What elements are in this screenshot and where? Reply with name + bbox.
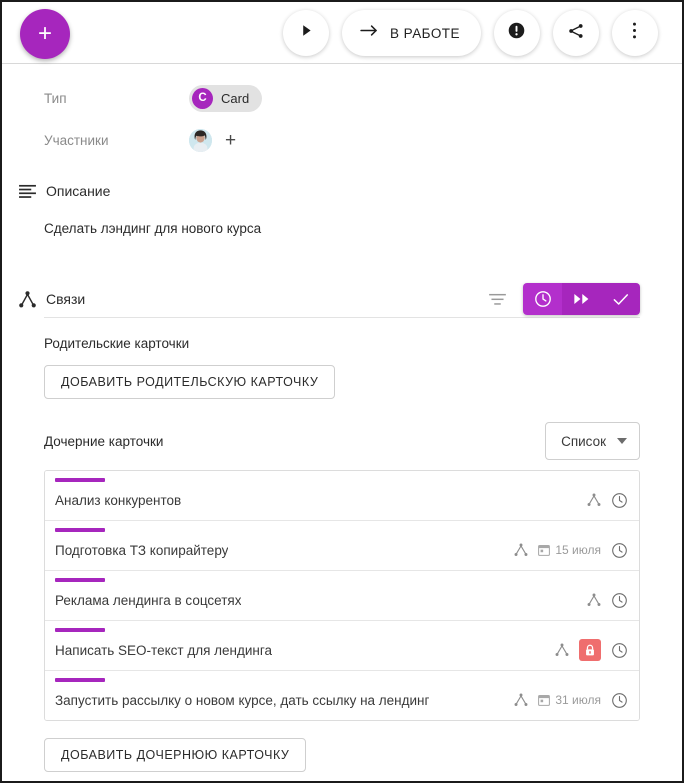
description-section-header: Описание xyxy=(2,183,682,199)
status-button[interactable]: В РАБОТЕ xyxy=(342,10,481,56)
child-card-due-date-label: 15 июля xyxy=(555,543,601,557)
child-card-color-bar xyxy=(55,528,105,532)
child-cards-header: Дочерние карточки Список xyxy=(2,422,682,460)
child-cards-view-value: Список xyxy=(561,433,606,449)
child-card-row[interactable]: Запустить рассылку о новом курсе, дать с… xyxy=(45,671,639,720)
links-divider xyxy=(44,317,640,318)
child-card-title: Запустить рассылку о новом курсе, дать с… xyxy=(55,692,430,708)
child-card-color-bar xyxy=(55,628,105,632)
share-icon xyxy=(567,22,585,45)
type-chip-initial: C xyxy=(192,87,213,109)
child-card-icons xyxy=(555,630,639,661)
add-parent-card-button[interactable]: ДОБАВИТЬ РОДИТЕЛЬСКУЮ КАРТОЧКУ xyxy=(44,365,336,399)
filter-clock-button[interactable] xyxy=(523,283,562,315)
clock-icon[interactable] xyxy=(611,692,628,709)
chevron-down-icon xyxy=(617,438,627,444)
child-card-color-bar xyxy=(55,478,105,482)
card-detail-screen: + В РАБОТЕ Тип C Card Участники + Описан… xyxy=(0,0,684,783)
share-button[interactable] xyxy=(552,10,599,56)
links-section-header: Связи xyxy=(2,281,682,317)
clock-icon[interactable] xyxy=(611,542,628,559)
description-title: Описание xyxy=(46,183,111,199)
arrow-right-icon xyxy=(360,23,379,43)
child-cards-view-select[interactable]: Список xyxy=(545,422,640,460)
child-card-title: Анализ конкурентов xyxy=(55,492,182,508)
play-button[interactable] xyxy=(283,10,329,56)
card-body: Тип C Card Участники + Описание Сделать … xyxy=(2,77,682,772)
child-card-icons: 31 июля xyxy=(514,683,639,709)
more-vertical-icon xyxy=(632,21,637,45)
child-card-row[interactable]: Написать SEO-текст для лендинга xyxy=(45,621,639,671)
clock-icon[interactable] xyxy=(611,642,628,659)
calendar-icon xyxy=(538,694,551,706)
more-options-button[interactable] xyxy=(611,10,658,56)
description-text[interactable]: Сделать лэндинг для нового курса xyxy=(2,221,682,236)
type-chip[interactable]: C Card xyxy=(189,84,263,112)
child-card-due-date[interactable]: 31 июля xyxy=(538,693,601,707)
toolbar-actions: В РАБОТЕ xyxy=(283,10,658,56)
members-list: + xyxy=(189,128,236,152)
plus-icon: + xyxy=(37,20,52,47)
status-label: В РАБОТЕ xyxy=(390,25,460,41)
hierarchy-icon[interactable] xyxy=(514,543,528,557)
play-icon xyxy=(299,23,314,43)
alert-button[interactable] xyxy=(493,10,540,56)
avatar[interactable] xyxy=(189,128,212,152)
filter-check-button[interactable] xyxy=(601,283,640,315)
child-cards-list: Анализ конкурентов Подготовка ТЗ копирайт… xyxy=(44,470,640,721)
exclamation-circle-icon xyxy=(507,21,526,45)
add-child-card-button[interactable]: ДОБАВИТЬ ДОЧЕРНЮЮ КАРТОЧКУ xyxy=(44,738,307,772)
links-filter-segmented xyxy=(523,283,640,315)
hierarchy-icon[interactable] xyxy=(587,493,601,507)
child-card-due-date-label: 31 июля xyxy=(555,693,601,707)
child-card-title: Реклама лендинга в соцсетях xyxy=(55,592,242,608)
child-card-icons xyxy=(587,583,639,609)
child-card-icons xyxy=(587,483,639,509)
parent-cards-label: Родительские карточки xyxy=(44,336,190,351)
text-lines-icon xyxy=(14,184,40,199)
child-card-color-bar xyxy=(55,578,105,582)
hierarchy-icon[interactable] xyxy=(587,593,601,607)
child-card-color-bar xyxy=(55,678,105,682)
hierarchy-icon[interactable] xyxy=(555,643,569,657)
child-card-title: Подготовка ТЗ копирайтеру xyxy=(55,542,229,558)
links-title: Связи xyxy=(46,291,86,307)
links-controls xyxy=(489,283,682,315)
child-cards-label: Дочерние карточки xyxy=(44,433,164,449)
type-chip-label: Card xyxy=(221,90,250,106)
child-card-row[interactable]: Реклама лендинга в соцсетях xyxy=(45,571,639,621)
field-type: Тип C Card xyxy=(2,77,682,119)
add-child-card-wrap: ДОБАВИТЬ ДОЧЕРНЮЮ КАРТОЧКУ xyxy=(2,721,682,772)
top-toolbar: + В РАБОТЕ xyxy=(2,2,682,64)
add-member-button[interactable]: + xyxy=(225,131,236,150)
filter-icon[interactable] xyxy=(489,293,506,306)
add-fab-button[interactable]: + xyxy=(20,9,70,59)
hierarchy-icon xyxy=(14,290,40,308)
clock-icon[interactable] xyxy=(611,492,628,509)
child-card-title: Написать SEO-текст для лендинга xyxy=(55,642,272,658)
members-label: Участники xyxy=(44,132,109,148)
child-card-icons: 15 июля xyxy=(514,533,639,559)
child-card-row[interactable]: Анализ конкурентов xyxy=(45,471,639,521)
filter-fastforward-button[interactable] xyxy=(562,283,601,315)
hierarchy-icon[interactable] xyxy=(514,693,528,707)
clock-icon[interactable] xyxy=(611,592,628,609)
lock-icon[interactable] xyxy=(579,639,601,661)
child-card-row[interactable]: Подготовка ТЗ копирайтеру 15 июля xyxy=(45,521,639,571)
type-label: Тип xyxy=(44,90,67,106)
calendar-icon xyxy=(538,544,551,556)
field-members: Участники + xyxy=(2,119,682,161)
child-card-due-date[interactable]: 15 июля xyxy=(538,543,601,557)
